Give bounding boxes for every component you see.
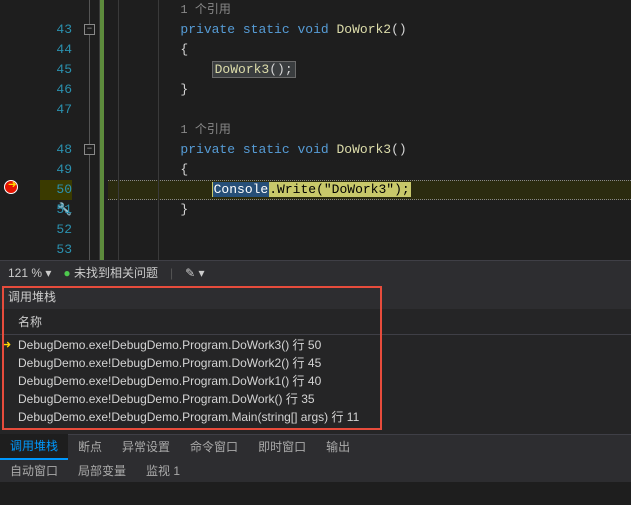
gutter: ➜ (0, 0, 40, 260)
bottom-tabs-1: 调用堆栈 断点 异常设置 命令窗口 即时窗口 输出 (0, 434, 631, 458)
tab-watch1[interactable]: 监视 1 (136, 458, 190, 483)
tab-locals[interactable]: 局部变量 (68, 458, 136, 483)
tab-callstack[interactable]: 调用堆栈 (0, 433, 68, 460)
zoom-level[interactable]: 121 % ▾ (8, 266, 51, 280)
stack-frame[interactable]: DebugDemo.exe!DebugDemo.Program.DoWork1(… (0, 371, 631, 389)
stack-frame[interactable]: ➜ DebugDemo.exe!DebugDemo.Program.DoWork… (0, 335, 631, 353)
fold-toggle-icon[interactable]: − (84, 24, 95, 35)
callstack-panel: 调用堆栈 名称 ➜ DebugDemo.exe!DebugDemo.Progra… (0, 284, 631, 434)
fold-column: − − (80, 0, 100, 260)
execution-arrow-icon: ➜ (8, 177, 16, 194)
code-content[interactable]: 1 个引用 private static void DoWork2() { Do… (108, 0, 631, 260)
tab-breakpoints[interactable]: 断点 (68, 434, 112, 459)
bottom-tabs-2: 自动窗口 局部变量 监视 1 (0, 458, 631, 482)
panel-title: 调用堆栈 (0, 284, 631, 309)
tool-dropdown[interactable]: ✎ ▾ (185, 266, 204, 280)
tab-command[interactable]: 命令窗口 (180, 434, 248, 459)
issues-status[interactable]: ● 未找到相关问题 (63, 264, 158, 281)
editor-status-bar: 121 % ▾ ● 未找到相关问题 | ✎ ▾ (0, 260, 631, 284)
code-editor[interactable]: ➜ 43 44 45 46 47 48 49 50🔧 51 52 53 − − … (0, 0, 631, 260)
tab-output[interactable]: 输出 (316, 434, 360, 459)
check-icon: ● (63, 266, 70, 280)
stack-frame[interactable]: DebugDemo.exe!DebugDemo.Program.Main(str… (0, 407, 631, 425)
line-numbers: 43 44 45 46 47 48 49 50🔧 51 52 53 (40, 0, 80, 260)
current-frame-arrow-icon: ➜ (2, 337, 11, 353)
tab-autos[interactable]: 自动窗口 (0, 458, 68, 483)
tab-exceptions[interactable]: 异常设置 (112, 434, 180, 459)
stack-frame[interactable]: DebugDemo.exe!DebugDemo.Program.DoWork2(… (0, 353, 631, 371)
fold-toggle-icon[interactable]: − (84, 144, 95, 155)
tab-immediate[interactable]: 即时窗口 (248, 434, 316, 459)
column-header-name[interactable]: 名称 (0, 309, 631, 335)
stack-frame[interactable]: DebugDemo.exe!DebugDemo.Program.DoWork()… (0, 389, 631, 407)
change-indicator (100, 0, 108, 260)
